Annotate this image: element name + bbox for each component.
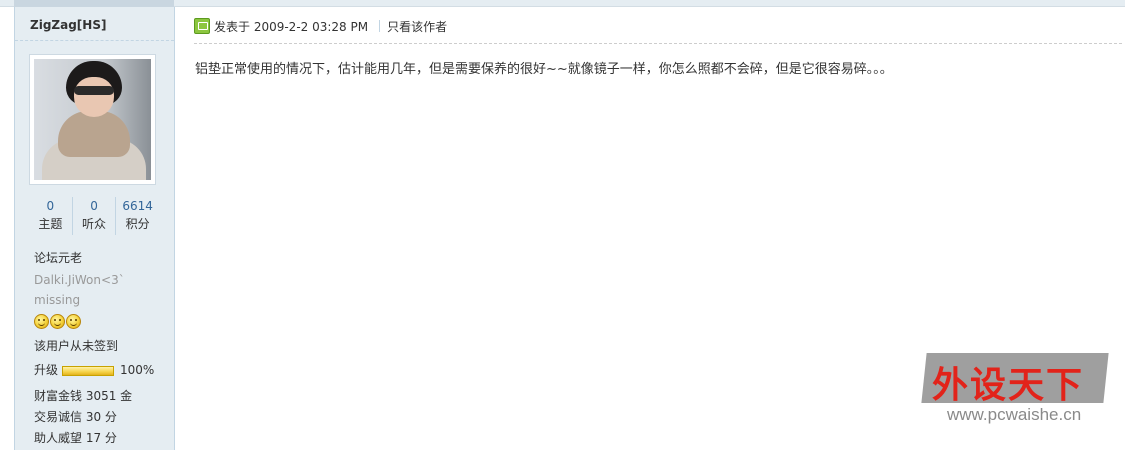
online-status-icon (194, 18, 210, 34)
trust: 交易诚信 30 分 (34, 410, 117, 424)
author-name[interactable]: ZigZag[HS] (30, 18, 106, 32)
stat-followers-value: 0 (90, 199, 98, 213)
stat-points[interactable]: 6614 积分 (115, 197, 159, 235)
smiley-icon (34, 314, 49, 329)
level-percent: 100% (120, 363, 155, 377)
stat-threads-value: 0 (46, 199, 55, 213)
stat-followers[interactable]: 0 听众 (71, 197, 116, 235)
stat-points-label: 积分 (125, 217, 150, 231)
level-progress-bar (62, 365, 115, 376)
avatar[interactable] (29, 54, 156, 185)
avatar-image (34, 59, 151, 180)
watermark-url: www.pcwaishe.cn (947, 405, 1082, 424)
rank-stars (34, 314, 81, 329)
level-progress-fill (63, 366, 114, 375)
post-date: 发表于 2009-2-2 03:28 PM (214, 19, 369, 34)
divider (15, 40, 174, 41)
watermark-logo: 外设天下 www.pcwaishe.cn (921, 353, 1110, 431)
stat-threads[interactable]: 0 主题 (29, 197, 72, 235)
stat-points-value: 6614 (122, 199, 153, 213)
stat-threads-label: 主题 (38, 217, 63, 231)
header-divider (194, 43, 1122, 44)
custom-title: Dalki.JiWon<3` (34, 273, 125, 287)
watermark-title: 外设天下 (932, 365, 1085, 406)
level-row: 升级 100% (34, 361, 154, 378)
checkin-status: 该用户从未签到 (34, 339, 119, 353)
smiley-icon (66, 314, 81, 329)
divider (379, 20, 381, 32)
prestige: 助人威望 17 分 (34, 431, 117, 445)
custom-title-2: missing (34, 293, 81, 307)
top-border (0, 0, 1125, 7)
user-rank[interactable]: 论坛元老 (34, 249, 82, 266)
post-header: 发表于 2009-2-2 03:28 PM 只看该作者 (194, 17, 447, 35)
money: 财富金钱 3051 金 (34, 389, 133, 403)
author-sidebar: ZigZag[HS] 0 主题 0 听众 6614 积分 论坛元老 Dalki.… (14, 7, 175, 450)
level-label: 升级 (34, 363, 59, 377)
smiley-icon (50, 314, 65, 329)
stat-followers-label: 听众 (82, 217, 107, 231)
post-content: 铝垫正常使用的情况下，估计能用几年，但是需要保养的很好~~就像镜子一样，你怎么照… (195, 62, 893, 77)
only-author-link[interactable]: 只看该作者 (387, 18, 447, 35)
author-stats: 0 主题 0 听众 6614 积分 (29, 197, 159, 235)
